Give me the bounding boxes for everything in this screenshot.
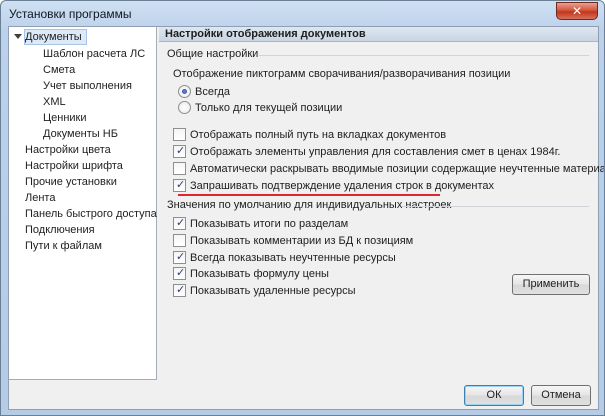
tree-item-label: XML: [43, 96, 66, 108]
group-title-general: Общие настройки: [167, 48, 259, 60]
check-icon: ✓: [176, 145, 186, 157]
checkbox-label: Запрашивать подтверждение удаления строк…: [190, 180, 494, 192]
dialog-client: Документы Шаблон расчета ЛС Смета Учет в…: [8, 26, 604, 410]
dialog-button-bar: ОК Отмена: [9, 380, 598, 409]
panel-header: Настройки отображения документов: [159, 27, 598, 42]
tree-item-documents[interactable]: Документы: [24, 29, 87, 45]
tree-item-label: Прочие установки: [25, 176, 117, 188]
tree-item-label: Настройки шрифта: [25, 160, 123, 172]
check-icon: ✓: [176, 284, 186, 296]
tree-item-file-paths[interactable]: Пути к файлам: [25, 238, 102, 254]
tree-item-documents-nb[interactable]: Документы НБ: [43, 126, 118, 142]
tree-item-color-settings[interactable]: Настройки цвета: [25, 142, 111, 158]
tree-item-quick-access[interactable]: Панель быстрого доступа: [25, 206, 157, 222]
check-icon: ✓: [176, 217, 186, 229]
tree-item-font-settings[interactable]: Настройки шрифта: [25, 158, 123, 174]
apply-button[interactable]: Применить: [512, 274, 590, 295]
title-bar: Установки программы ✕: [1, 1, 604, 27]
checkbox-label: Показывать итоги по разделам: [190, 218, 349, 230]
tree-item-label: Смета: [43, 64, 76, 76]
dialog-window: Установки программы ✕ Документы Шаблон р…: [0, 0, 605, 416]
tree-item-label: Настройки цвета: [25, 144, 111, 156]
checkbox[interactable]: ✓: [173, 217, 186, 230]
tree-item-label: Документы: [25, 31, 82, 43]
checkbox[interactable]: ✓: [173, 251, 186, 264]
tree-item-ls-template[interactable]: Шаблон расчета ЛС: [43, 46, 145, 62]
tree-item-execution[interactable]: Учет выполнения: [43, 78, 132, 94]
checkbox-label: Показывать формулу цены: [190, 268, 329, 280]
close-button[interactable]: ✕: [556, 2, 598, 20]
tree-item-price-tags[interactable]: Ценники: [43, 110, 87, 126]
group-title-defaults: Значения по умолчанию для индивидуальных…: [167, 199, 452, 211]
radio-label: Только для текущей позиции: [195, 102, 343, 114]
tree-item-ribbon[interactable]: Лента: [25, 190, 55, 206]
radio-dot: [182, 89, 187, 94]
cancel-button[interactable]: Отмена: [531, 385, 591, 406]
group-divider: [402, 206, 589, 207]
tree-item-label: Панель быстрого доступа: [25, 208, 157, 220]
tree-item-label: Пути к файлам: [25, 240, 102, 252]
icons-display-label: Отображение пиктограмм сворачивания/разв…: [173, 68, 511, 80]
tree-item-xml[interactable]: XML: [43, 94, 66, 110]
checkbox-label: Отображать элементы управления для соста…: [190, 146, 561, 158]
checkbox[interactable]: [173, 162, 186, 175]
checkbox[interactable]: ✓: [173, 284, 186, 297]
checkbox[interactable]: ✓: [173, 267, 186, 280]
tree-item-label: Документы НБ: [43, 128, 118, 140]
check-icon: ✓: [176, 267, 186, 279]
checkbox[interactable]: ✓: [173, 145, 186, 158]
tree-item-label: Лента: [25, 192, 56, 204]
checkbox[interactable]: [173, 234, 186, 247]
checkbox[interactable]: ✓: [173, 179, 186, 192]
checkbox-label: Показывать комментарии из БД к позициям: [190, 235, 414, 247]
tree-item-label: Учет выполнения: [43, 80, 132, 92]
checkbox-label: Показывать удаленные ресурсы: [190, 285, 356, 297]
radio-button[interactable]: [178, 85, 191, 98]
checkbox-label: Отображать полный путь на вкладках докум…: [190, 129, 447, 141]
tree-item-label: Шаблон расчета ЛС: [43, 48, 146, 60]
settings-tree: Документы Шаблон расчета ЛС Смета Учет в…: [9, 27, 157, 380]
highlight-underline: [178, 194, 440, 196]
ok-button[interactable]: ОК: [464, 385, 524, 406]
checkbox[interactable]: [173, 128, 186, 141]
check-icon: ✓: [176, 179, 186, 191]
group-divider: [259, 55, 589, 56]
tree-item-connections[interactable]: Подключения: [25, 222, 95, 238]
radio-label: Всегда: [195, 86, 231, 98]
window-title: Установки программы: [9, 7, 132, 21]
tree-item-label: Подключения: [25, 224, 95, 236]
checkbox-label: Всегда показывать неучтенные ресурсы: [190, 252, 396, 264]
tree-item-other-settings[interactable]: Прочие установки: [25, 174, 117, 190]
settings-panel: Настройки отображения документов Общие н…: [159, 27, 604, 379]
checkbox-label: Автоматически раскрывать вводимые позици…: [190, 163, 605, 175]
chevron-down-icon[interactable]: [14, 34, 22, 39]
tree-item-estimate[interactable]: Смета: [43, 62, 75, 78]
radio-button[interactable]: [178, 101, 191, 114]
check-icon: ✓: [176, 251, 186, 263]
tree-item-label: Ценники: [43, 112, 87, 124]
